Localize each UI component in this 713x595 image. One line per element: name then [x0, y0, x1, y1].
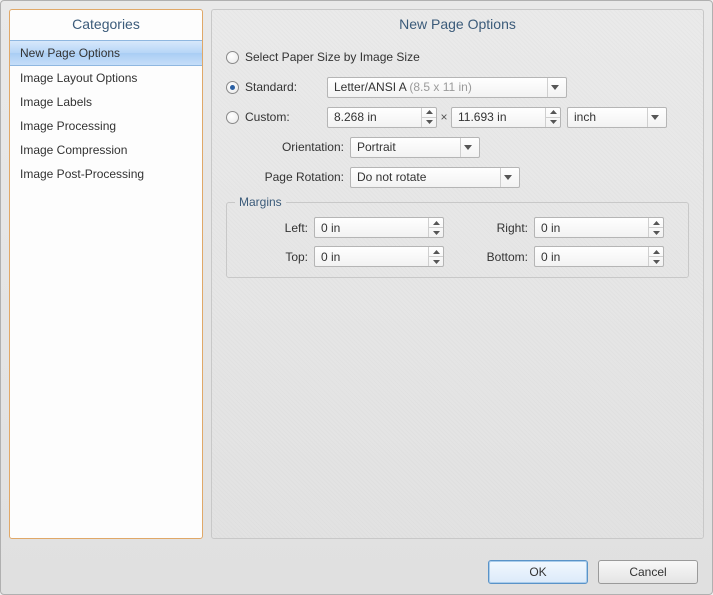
- custom-height-spinner[interactable]: 11.693 in: [451, 107, 561, 128]
- categories-header: Categories: [10, 10, 202, 40]
- spinner-buttons[interactable]: [545, 108, 560, 127]
- margin-left-spinner[interactable]: 0 in: [314, 217, 444, 238]
- rotation-select[interactable]: Do not rotate: [350, 167, 520, 188]
- sidebar-item-5[interactable]: Image Post-Processing: [10, 162, 202, 186]
- radio-row-custom: Custom: 8.268 in × 11.693 in: [226, 106, 689, 128]
- orientation-label: Orientation:: [226, 140, 350, 154]
- spin-up-icon[interactable]: [429, 247, 443, 257]
- radio-by-image-size[interactable]: [226, 51, 239, 64]
- spinner-buttons[interactable]: [428, 247, 443, 266]
- margin-bottom-label: Bottom:: [444, 250, 534, 264]
- margin-right-value: 0 in: [541, 221, 648, 235]
- sidebar-item-3[interactable]: Image Processing: [10, 114, 202, 138]
- radio-standard[interactable]: [226, 81, 239, 94]
- radio-custom-label: Custom:: [245, 110, 327, 124]
- dialog: Categories New Page OptionsImage Layout …: [0, 0, 713, 595]
- unit-value: inch: [574, 110, 643, 124]
- custom-height-value: 11.693 in: [458, 110, 545, 124]
- margin-right-spinner[interactable]: 0 in: [534, 217, 664, 238]
- button-bar: OK Cancel: [488, 560, 698, 584]
- spin-down-icon[interactable]: [422, 118, 436, 127]
- margin-top-value: 0 in: [321, 250, 428, 264]
- main-panel: New Page Options Select Paper Size by Im…: [211, 9, 704, 539]
- spinner-buttons[interactable]: [421, 108, 436, 127]
- spinner-buttons[interactable]: [428, 218, 443, 237]
- custom-width-spinner[interactable]: 8.268 in: [327, 107, 437, 128]
- categories-sidebar: Categories New Page OptionsImage Layout …: [9, 9, 203, 539]
- orientation-select[interactable]: Portrait: [350, 137, 480, 158]
- cancel-button[interactable]: Cancel: [598, 560, 698, 584]
- margins-grid: Left: 0 in Right: 0 in: [239, 217, 676, 267]
- spin-down-icon[interactable]: [649, 228, 663, 237]
- rotation-label: Page Rotation:: [226, 170, 350, 184]
- orientation-value: Portrait: [357, 140, 456, 154]
- spin-down-icon[interactable]: [429, 228, 443, 237]
- orientation-row: Orientation: Portrait: [226, 136, 689, 158]
- radio-standard-label: Standard:: [245, 80, 327, 94]
- spin-up-icon[interactable]: [546, 108, 560, 118]
- radio-row-by-image[interactable]: Select Paper Size by Image Size: [226, 46, 689, 68]
- spinner-buttons[interactable]: [648, 247, 663, 266]
- spin-down-icon[interactable]: [649, 257, 663, 266]
- margins-fieldset: Margins Left: 0 in Right: 0 in: [226, 202, 689, 278]
- rotation-row: Page Rotation: Do not rotate: [226, 166, 689, 188]
- sidebar-item-1[interactable]: Image Layout Options: [10, 66, 202, 90]
- standard-paper-select[interactable]: Letter/ANSI A (8.5 x 11 in): [327, 77, 567, 98]
- spin-down-icon[interactable]: [546, 118, 560, 127]
- chevron-down-icon: [647, 108, 662, 127]
- spinner-buttons[interactable]: [648, 218, 663, 237]
- chevron-down-icon: [500, 168, 515, 187]
- spin-up-icon[interactable]: [649, 218, 663, 228]
- margin-top-label: Top:: [239, 250, 314, 264]
- spin-up-icon[interactable]: [429, 218, 443, 228]
- radio-custom[interactable]: [226, 111, 239, 124]
- custom-width-value: 8.268 in: [334, 110, 421, 124]
- unit-select[interactable]: inch: [567, 107, 667, 128]
- main-header: New Page Options: [226, 10, 689, 46]
- chevron-down-icon: [460, 138, 475, 157]
- margins-legend: Margins: [235, 195, 286, 209]
- standard-paper-value: Letter/ANSI A (8.5 x 11 in): [334, 80, 543, 94]
- times-separator: ×: [437, 110, 451, 124]
- rotation-value: Do not rotate: [357, 170, 496, 184]
- radio-by-image-size-label: Select Paper Size by Image Size: [245, 50, 420, 64]
- spin-down-icon[interactable]: [429, 257, 443, 266]
- margin-bottom-value: 0 in: [541, 250, 648, 264]
- chevron-down-icon: [547, 78, 562, 97]
- margin-right-label: Right:: [444, 221, 534, 235]
- sidebar-item-2[interactable]: Image Labels: [10, 90, 202, 114]
- spin-up-icon[interactable]: [649, 247, 663, 257]
- sidebar-item-0[interactable]: New Page Options: [10, 40, 202, 66]
- top-panels: Categories New Page OptionsImage Layout …: [9, 9, 704, 539]
- spin-up-icon[interactable]: [422, 108, 436, 118]
- ok-button[interactable]: OK: [488, 560, 588, 584]
- margin-left-label: Left:: [239, 221, 314, 235]
- margin-top-spinner[interactable]: 0 in: [314, 246, 444, 267]
- radio-row-standard: Standard: Letter/ANSI A (8.5 x 11 in): [226, 76, 689, 98]
- margin-left-value: 0 in: [321, 221, 428, 235]
- sidebar-item-4[interactable]: Image Compression: [10, 138, 202, 162]
- margin-bottom-spinner[interactable]: 0 in: [534, 246, 664, 267]
